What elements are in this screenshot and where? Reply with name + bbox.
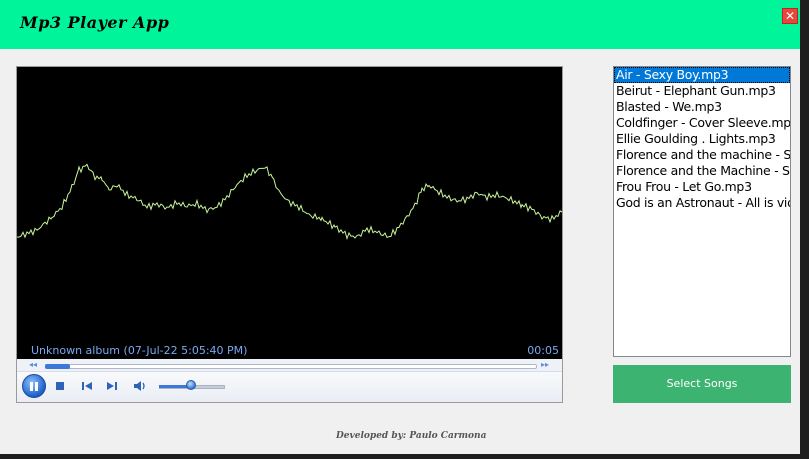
stop-button[interactable] [53, 379, 67, 393]
seek-forward-icon[interactable]: ▸▸ [541, 360, 549, 369]
playlist-item[interactable]: Florence and the machine - S [614, 147, 790, 163]
next-button[interactable] [105, 379, 119, 393]
playlist-item[interactable]: Ellie Goulding . Lights.mp3 [614, 131, 790, 147]
volume-button[interactable] [133, 379, 147, 393]
pause-icon [30, 382, 33, 391]
playlist-item[interactable]: Blasted - We.mp3 [614, 99, 790, 115]
song-list[interactable]: Air - Sexy Boy.mp3 Beirut - Elephant Gun.… [613, 66, 791, 357]
stop-icon [56, 382, 64, 390]
elapsed-time: 00:05 [527, 344, 559, 357]
developer-credit: Developed by: Paulo Carmona [336, 431, 487, 441]
app-window: Mp3 Player App ✕ Unknown album (07-Jul-2… [0, 0, 800, 454]
playlist-item[interactable]: Frou Frou - Let Go.mp3 [614, 179, 790, 195]
pause-icon [35, 382, 38, 391]
waveform-line [17, 163, 562, 241]
background-strip [0, 454, 809, 459]
close-button[interactable]: ✕ [782, 8, 798, 24]
media-player[interactable]: Unknown album (07-Jul-22 5:05:40 PM) 00:… [16, 66, 563, 403]
playlist-item[interactable]: Air - Sexy Boy.mp3 [614, 67, 790, 83]
seek-progress [45, 364, 70, 369]
visualization [17, 163, 562, 241]
seek-row: ◂◂ ▸▸ [17, 359, 562, 372]
seek-back-icon[interactable]: ◂◂ [29, 360, 37, 369]
pause-button[interactable] [22, 374, 46, 398]
next-icon [107, 382, 117, 390]
playlist-item[interactable]: God is an Astronaut - All is vio [614, 195, 790, 211]
previous-icon [82, 382, 92, 390]
select-songs-button[interactable]: Select Songs [613, 365, 791, 403]
previous-button[interactable] [80, 379, 94, 393]
speaker-icon [134, 381, 145, 391]
volume-knob[interactable] [186, 380, 196, 390]
window-title: Mp3 Player App [20, 13, 170, 32]
player-controls: ◂◂ ▸▸ [17, 359, 562, 402]
playlist-item[interactable]: Beirut - Elephant Gun.mp3 [614, 83, 790, 99]
title-bar: Mp3 Player App ✕ [0, 0, 800, 49]
seek-bar[interactable] [45, 364, 537, 369]
playlist-item[interactable]: Florence and the Machine - S [614, 163, 790, 179]
background-strip [800, 0, 809, 459]
album-info: Unknown album (07-Jul-22 5:05:40 PM) [31, 344, 248, 357]
playlist-item[interactable]: Coldfinger - Cover Sleeve.mp3 [614, 115, 790, 131]
